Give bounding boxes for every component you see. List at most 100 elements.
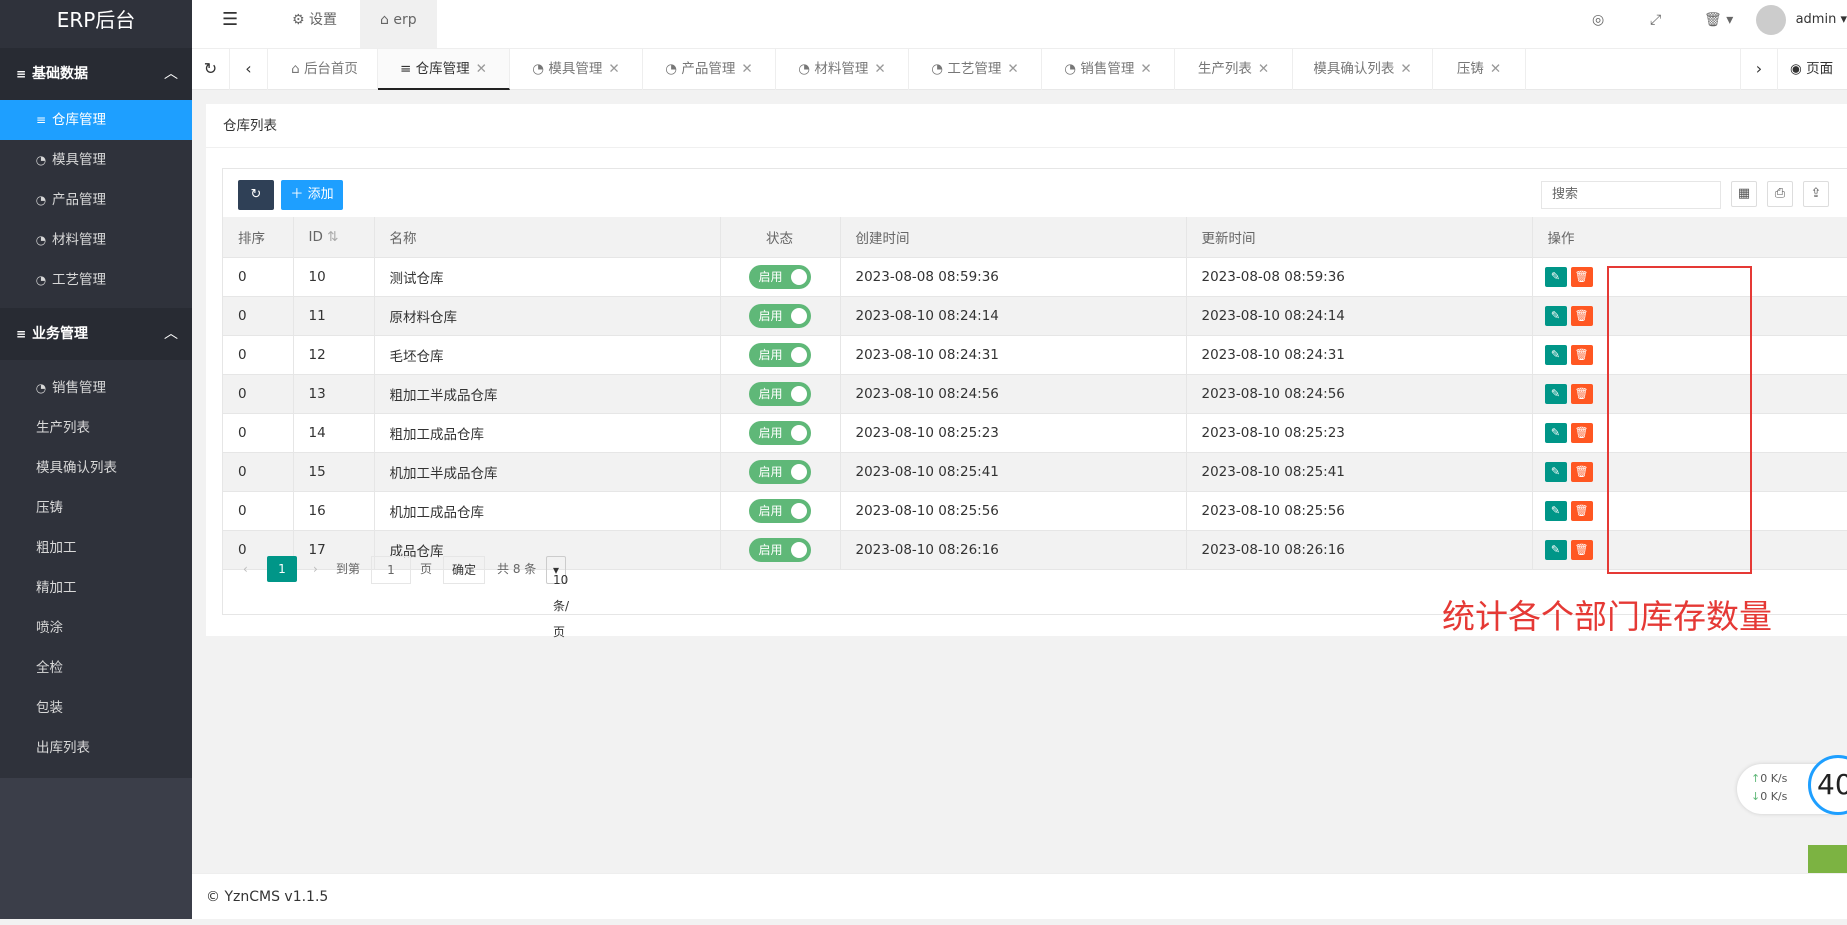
sidebar-item-outbound[interactable]: 出库列表 (0, 728, 192, 768)
goto-label: 到第 (336, 562, 361, 576)
sidebar-item-sales[interactable]: ◔ 销售管理 (0, 368, 192, 408)
page-input[interactable]: 1 (371, 556, 411, 584)
col-name[interactable]: 名称 (374, 217, 721, 258)
per-page-select[interactable]: 10 条/页 ▾ (546, 556, 569, 639)
chevron-left-icon[interactable]: ‹ (230, 49, 268, 90)
edit-icon[interactable]: ✎ (1544, 422, 1567, 443)
sort-icon[interactable]: ⇅ (327, 229, 338, 245)
sidebar-item-product[interactable]: ◔ 产品管理 (0, 180, 192, 220)
per-page-value: 10 条/页 (553, 573, 570, 639)
edit-icon[interactable]: ✎ (1544, 344, 1567, 365)
print-icon[interactable]: ⎙ (1767, 181, 1793, 207)
close-icon[interactable]: ✕ (608, 61, 619, 77)
status-toggle[interactable]: 启用 (748, 420, 811, 445)
refresh-button[interactable]: ↻ (238, 180, 274, 210)
close-icon[interactable]: ✕ (1007, 61, 1018, 77)
cell-created: 2023-08-10 08:24:31 (840, 335, 1187, 375)
edit-icon[interactable]: ✎ (1544, 266, 1567, 287)
table-header-row: 排序 ID ⇅ 名称 状态 创建时间 更新时间 操作 (223, 217, 1847, 258)
delete-icon[interactable]: 🗑 (1570, 461, 1593, 482)
sidebar-item-warehouse[interactable]: ≡ 仓库管理 (0, 100, 192, 140)
sidebar-item-process[interactable]: ◔ 工艺管理 (0, 260, 192, 300)
edit-icon[interactable]: ✎ (1544, 305, 1567, 326)
col-created[interactable]: 创建时间 (840, 217, 1187, 258)
close-icon[interactable]: ✕ (1140, 61, 1151, 77)
tab-die-casting[interactable]: 压铸 ✕ (1433, 49, 1526, 90)
close-icon[interactable]: ✕ (1490, 61, 1501, 77)
edit-icon[interactable]: ✎ (1544, 461, 1567, 482)
next-page-icon[interactable]: › (313, 556, 318, 582)
delete-icon[interactable]: 🗑 (1570, 422, 1593, 443)
tab-mold[interactable]: ◔ 模具管理 ✕ (510, 49, 643, 90)
add-button[interactable]: ＋ 添加 (281, 180, 343, 210)
leaf-icon[interactable] (1808, 845, 1847, 875)
col-status[interactable]: 状态 (720, 217, 841, 258)
globe-icon[interactable]: ◎ (1592, 0, 1604, 48)
status-toggle[interactable]: 启用 (748, 264, 811, 289)
cell-sort: 0 (223, 413, 294, 453)
col-sort[interactable]: 排序 (223, 217, 294, 258)
close-icon[interactable]: ✕ (874, 61, 885, 77)
status-toggle[interactable]: 启用 (748, 342, 811, 367)
sidebar-group-business[interactable]: ≡ 业务管理 ︿ (0, 308, 192, 360)
status-toggle[interactable]: 启用 (748, 498, 811, 523)
col-id-label: ID (308, 228, 323, 245)
current-page[interactable]: 1 (267, 556, 297, 582)
edit-icon[interactable]: ✎ (1544, 500, 1567, 521)
close-icon[interactable]: ✕ (1400, 61, 1411, 77)
tab-production[interactable]: 生产列表 ✕ (1175, 49, 1293, 90)
confirm-button[interactable]: 确定 (443, 556, 485, 584)
sidebar-item-production[interactable]: 生产列表 (0, 408, 192, 448)
col-id[interactable]: ID ⇅ (293, 217, 375, 258)
sidebar-item-pack[interactable]: 包装 (0, 688, 192, 728)
sidebar-item-mold-confirm[interactable]: 模具确认列表 (0, 448, 192, 488)
edit-icon[interactable]: ✎ (1544, 383, 1567, 404)
database-icon: ≡ (15, 327, 27, 341)
export-icon[interactable]: ⇪ (1803, 181, 1829, 207)
tab-home[interactable]: ⌂ 后台首页 (272, 49, 378, 90)
user-menu[interactable]: admin ▾ (1755, 0, 1847, 40)
delete-icon[interactable]: 🗑 (1570, 383, 1593, 404)
delete-icon[interactable]: 🗑 (1570, 266, 1593, 287)
tab-material[interactable]: ◔ 材料管理 ✕ (776, 49, 909, 90)
table-row: 0 16 机加工成品仓库 启用 2023-08-10 08:25:56 2023-08-1… (223, 491, 1847, 531)
sidebar-item-finish[interactable]: 精加工 (0, 568, 192, 608)
erp-button[interactable]: ⌂ erp (360, 0, 437, 48)
group-label: 基础数据 (32, 66, 88, 82)
page-menu-button[interactable]: ◉ 页面 (1778, 49, 1847, 90)
tab-process[interactable]: ◔ 工艺管理 ✕ (909, 49, 1042, 90)
menu-toggle-icon[interactable]: ☰ (222, 0, 238, 48)
tab-product[interactable]: ◔ 产品管理 ✕ (643, 49, 776, 90)
settings-button[interactable]: ⚙ 设置 (292, 0, 337, 48)
fullscreen-icon[interactable]: ⤢ (1650, 0, 1661, 48)
sidebar-item-spray[interactable]: 喷涂 (0, 608, 192, 648)
sidebar-item-rough[interactable]: 粗加工 (0, 528, 192, 568)
close-icon[interactable]: ✕ (1258, 61, 1269, 77)
delete-icon[interactable]: 🗑 (1570, 305, 1593, 326)
tab-sales[interactable]: ◔ 销售管理 ✕ (1042, 49, 1175, 90)
status-toggle[interactable]: 启用 (748, 459, 811, 484)
trash-icon[interactable]: 🗑 ▾ (1704, 0, 1733, 48)
sidebar-item-inspect[interactable]: 全检 (0, 648, 192, 688)
delete-icon[interactable]: 🗑 (1570, 500, 1593, 521)
sidebar-group-basic[interactable]: ≡ 基础数据 ︿ (0, 48, 192, 100)
app-logo[interactable]: ERP后台 (0, 0, 192, 48)
sidebar-item-mold[interactable]: ◔ 模具管理 (0, 140, 192, 180)
prev-page-icon[interactable]: ‹ (243, 556, 248, 582)
status-toggle[interactable]: 启用 (748, 303, 811, 328)
delete-icon[interactable]: 🗑 (1570, 344, 1593, 365)
tab-warehouse[interactable]: ≡ 仓库管理 ✕ (378, 49, 510, 90)
columns-icon[interactable]: ▦ (1731, 181, 1757, 207)
refresh-icon[interactable]: ↻ (192, 49, 230, 90)
chevron-right-icon[interactable]: › (1740, 49, 1778, 90)
sidebar-item-die-casting[interactable]: 压铸 (0, 488, 192, 528)
tab-mold-confirm[interactable]: 模具确认列表 ✕ (1293, 49, 1433, 90)
table-row: 0 12 毛坯仓库 启用 2023-08-10 08:24:31 2023-08-10 0… (223, 335, 1847, 375)
close-icon[interactable]: ✕ (476, 61, 487, 77)
search-input[interactable]: 搜索 (1541, 181, 1721, 209)
col-updated[interactable]: 更新时间 (1186, 217, 1533, 258)
sidebar-item-label: 生产列表 (36, 420, 90, 436)
status-toggle[interactable]: 启用 (748, 381, 811, 406)
close-icon[interactable]: ✕ (741, 61, 752, 77)
sidebar-item-material[interactable]: ◔ 材料管理 (0, 220, 192, 260)
